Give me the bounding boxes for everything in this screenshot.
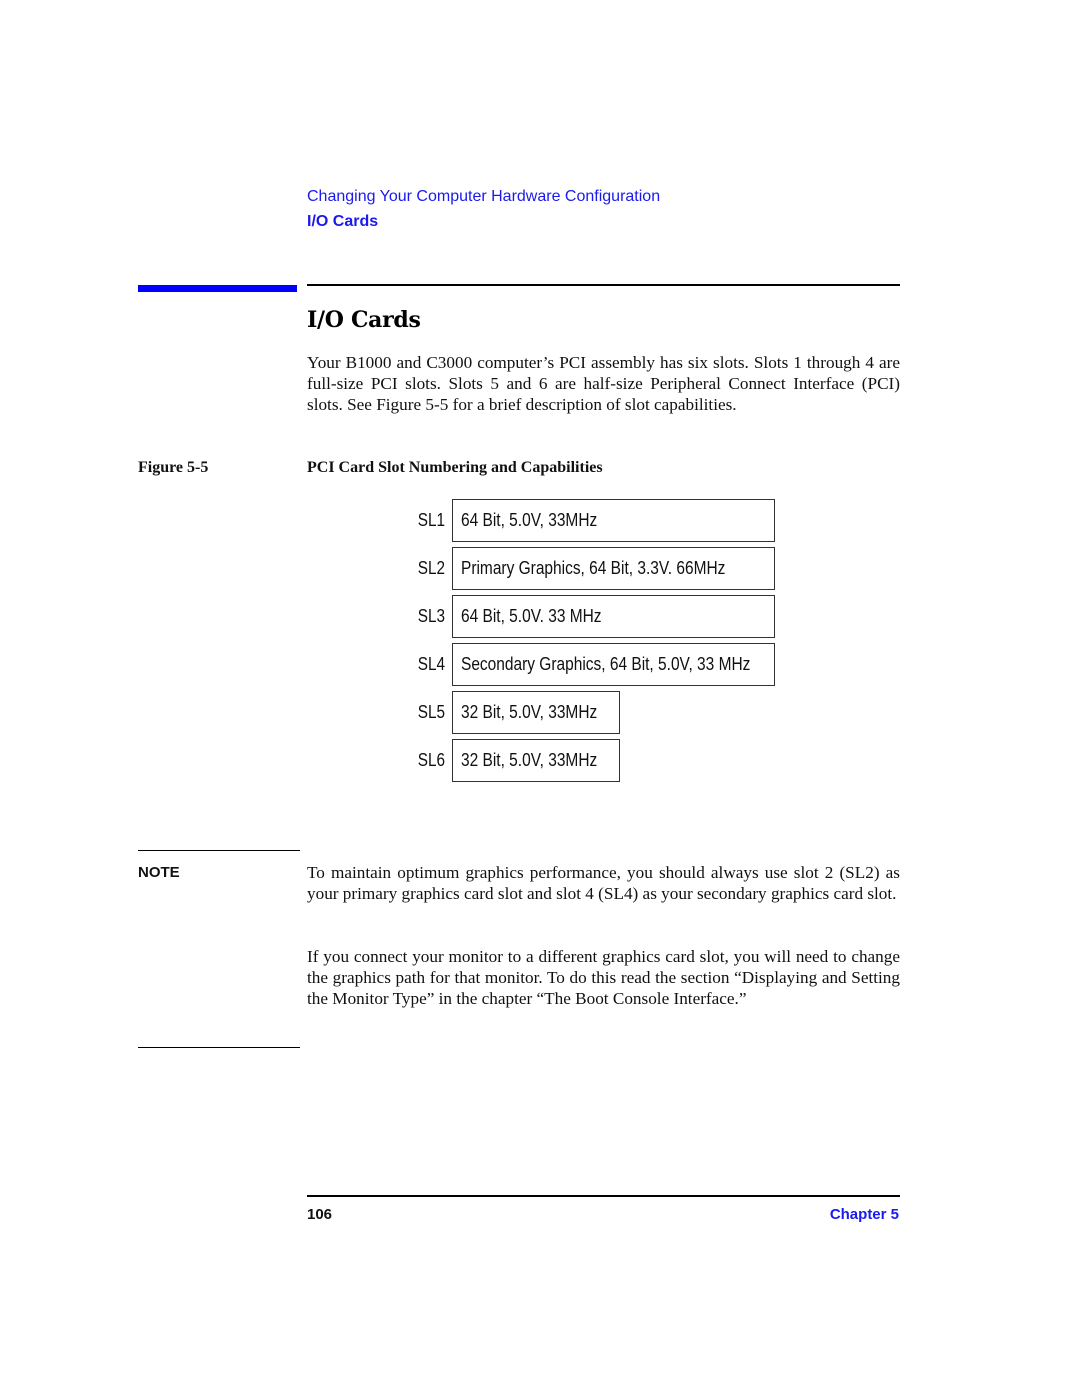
slot-id: SL3 (417, 606, 445, 626)
figure-label: Figure 5-5 (138, 459, 209, 476)
footer-chapter-label: Chapter 5 (829, 1206, 899, 1223)
slot-id: SL2 (417, 558, 445, 578)
note-paragraph: If you connect your monitor to a differe… (307, 947, 900, 1008)
slot-box: Primary Graphics, 64 Bit, 3.3V. 66MHz (452, 547, 775, 590)
figure-title: PCI Card Slot Numbering and Capabilities (307, 459, 603, 476)
note-paragraph: To maintain optimum graphics performance… (307, 863, 900, 903)
slot-id: SL4 (417, 654, 445, 674)
note-rule-bottom (138, 1047, 300, 1048)
slot-box: 64 Bit, 5.0V, 33MHz (452, 499, 775, 542)
note-rule-top (138, 850, 300, 851)
slot-description: Secondary Graphics, 64 Bit, 5.0V, 33 MHz (461, 654, 751, 674)
slot-box: 64 Bit, 5.0V. 33 MHz (452, 595, 775, 638)
page-number: 106 (307, 1206, 333, 1223)
note-label: NOTE (138, 864, 180, 881)
slot-description: 64 Bit, 5.0V. 33 MHz (461, 606, 602, 626)
running-header-chapter-title: Changing Your Computer Hardware Configur… (307, 188, 661, 205)
section-title: I/O Cards (307, 307, 421, 333)
section-accent-bar (138, 285, 297, 292)
slot-description: 32 Bit, 5.0V, 33MHz (461, 702, 598, 722)
intro-paragraph: Your B1000 and C3000 computer’s PCI asse… (307, 353, 900, 414)
footer-rule (307, 1195, 900, 1197)
section-rule (307, 284, 900, 286)
slot-description: 32 Bit, 5.0V, 33MHz (461, 750, 598, 770)
slot-description: 64 Bit, 5.0V, 33MHz (461, 510, 598, 530)
slot-box: 32 Bit, 5.0V, 33MHz (452, 739, 620, 782)
running-header-section-title: I/O Cards (307, 213, 379, 230)
slot-description: Primary Graphics, 64 Bit, 3.3V. 66MHz (461, 558, 726, 578)
slot-id: SL5 (417, 702, 445, 722)
slot-box: Secondary Graphics, 64 Bit, 5.0V, 33 MHz (452, 643, 775, 686)
slot-id: SL6 (417, 750, 445, 770)
slot-id: SL1 (417, 510, 445, 530)
slot-box: 32 Bit, 5.0V, 33MHz (452, 691, 620, 734)
